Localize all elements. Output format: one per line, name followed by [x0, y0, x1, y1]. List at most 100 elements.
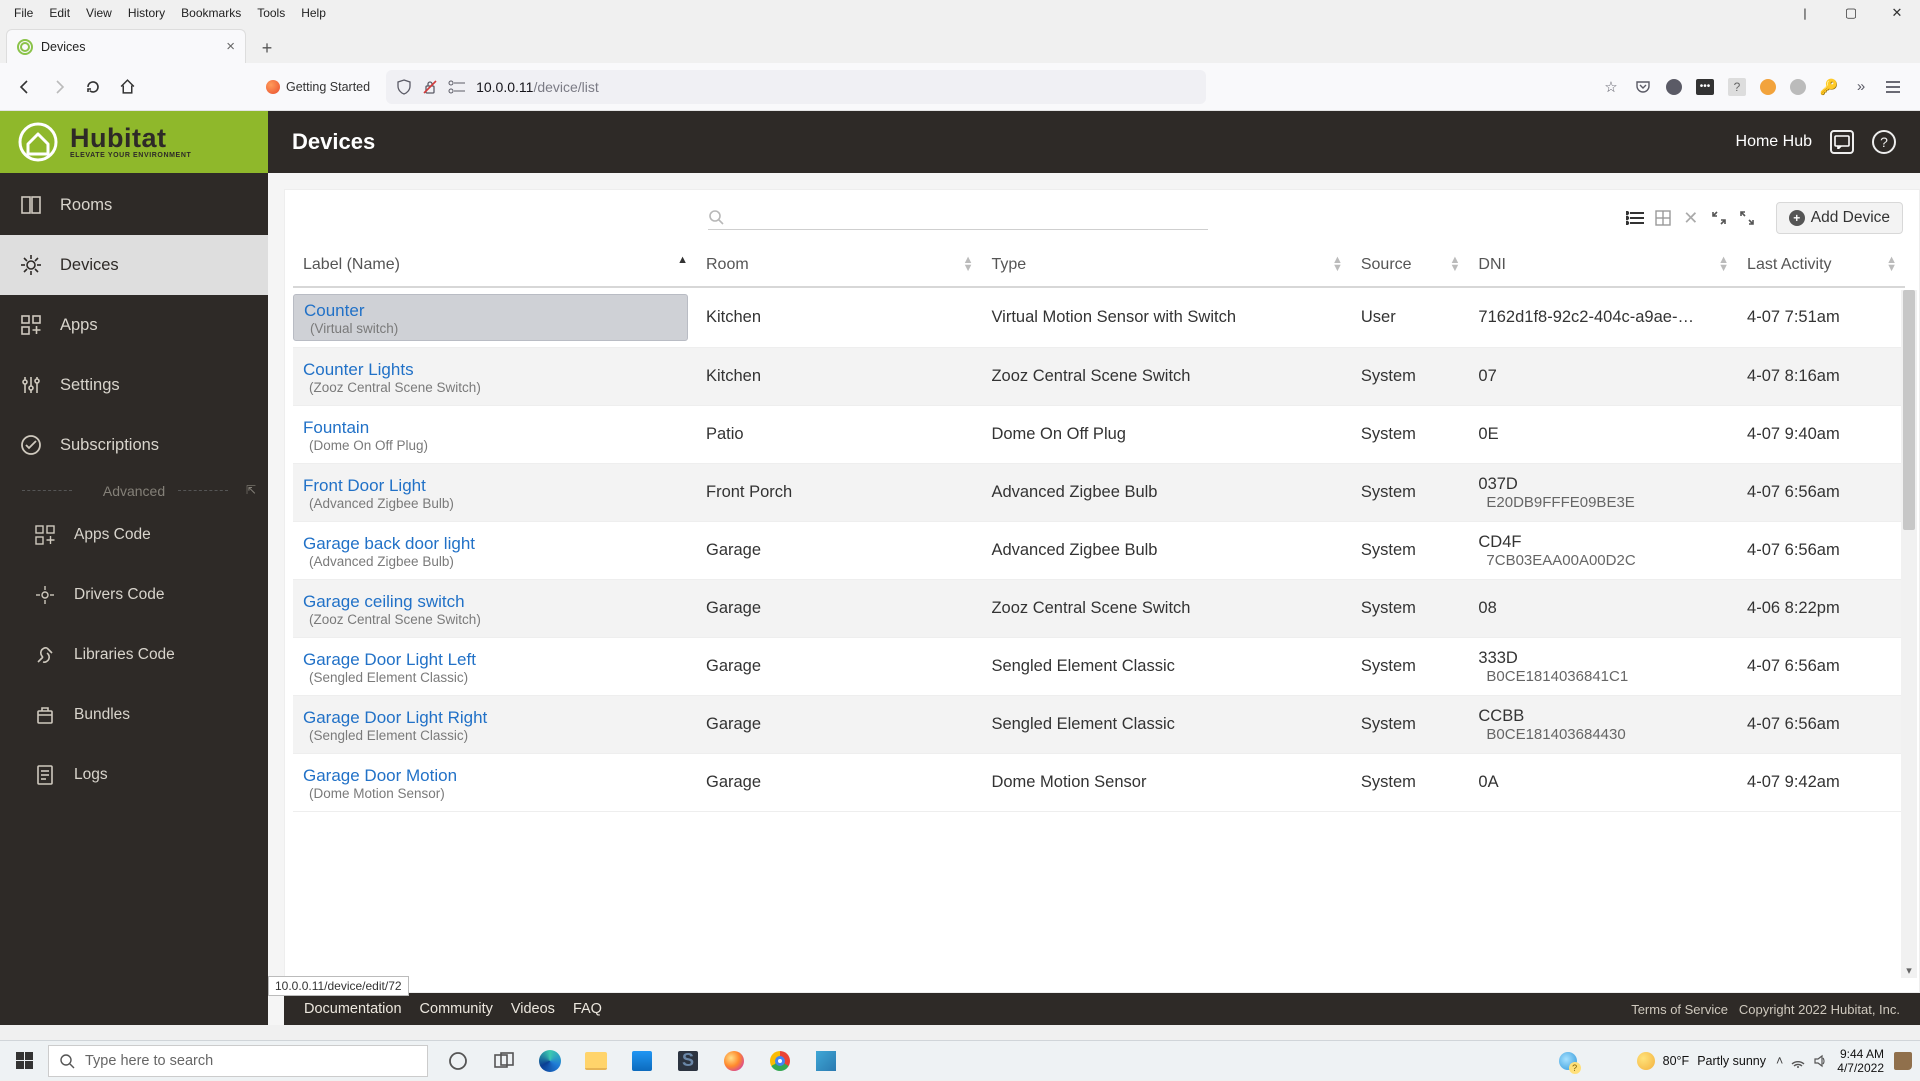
menu-tools[interactable]: Tools [249, 3, 293, 23]
search-input[interactable] [708, 207, 1208, 230]
url-bar[interactable]: 10.0.0.11/device/list [386, 70, 1206, 104]
sidebar-item-logs[interactable]: Logs [0, 745, 268, 805]
nav-forward-button[interactable] [44, 72, 74, 102]
ms-store-icon[interactable] [620, 1041, 664, 1081]
col-dni[interactable]: DNI▲▼ [1468, 244, 1737, 287]
expand-view-icon[interactable] [1736, 207, 1758, 229]
extension-icon-question[interactable]: ? [1728, 78, 1746, 96]
taskbar-search[interactable]: Type here to search [48, 1045, 428, 1077]
col-label[interactable]: Label (Name)▲ [293, 244, 696, 287]
start-button[interactable] [0, 1041, 48, 1081]
device-name-link[interactable]: Fountain [303, 418, 369, 437]
scrollbar-thumb[interactable] [1903, 290, 1915, 530]
table-row[interactable]: Garage Door Light Left(Sengled Element C… [293, 638, 1905, 696]
bookmark-star-icon[interactable]: ☆ [1602, 78, 1620, 96]
sidebar-item-apps-code[interactable]: Apps Code [0, 505, 268, 565]
browser-tab-devices[interactable]: Devices × [6, 29, 246, 63]
list-view-icon[interactable] [1624, 207, 1646, 229]
collapse-icon[interactable]: ⇱ [246, 483, 256, 497]
table-scroll[interactable]: Label (Name)▲ Room▲▼ Type▲▼ Source▲▼ DNI… [285, 244, 1919, 992]
extension-icon-gray[interactable] [1790, 79, 1806, 95]
tray-chevron-icon[interactable]: ˄ [1776, 1054, 1783, 1068]
window-maximize[interactable]: ▢ [1828, 0, 1874, 26]
menu-view[interactable]: View [78, 3, 120, 23]
window-minimize[interactable]: 〡 [1782, 0, 1828, 26]
system-tray[interactable]: ˄ [1776, 1054, 1827, 1068]
footer-link-faq[interactable]: FAQ [573, 1001, 602, 1017]
sidebar-item-devices[interactable]: Devices [0, 235, 268, 295]
tray-network-icon[interactable] [1791, 1054, 1805, 1068]
tray-volume-icon[interactable] [1813, 1054, 1827, 1068]
sidebar-item-rooms[interactable]: Rooms [0, 175, 268, 235]
file-explorer-icon[interactable] [574, 1041, 618, 1081]
table-row[interactable]: Fountain(Dome On Off Plug) Patio Dome On… [293, 406, 1905, 464]
window-close[interactable]: ✕ [1874, 0, 1920, 26]
menu-bookmarks[interactable]: Bookmarks [173, 3, 249, 23]
clear-icon[interactable]: ✕ [1680, 207, 1702, 229]
edge-icon[interactable] [528, 1041, 572, 1081]
scrollbar-track[interactable]: ▾ [1901, 290, 1917, 978]
table-row[interactable]: Counter Lights(Zooz Central Scene Switch… [293, 348, 1905, 406]
extension-icon-dots[interactable]: ••• [1696, 79, 1714, 95]
tab-close-icon[interactable]: × [226, 38, 235, 55]
table-row[interactable]: Counter(Virtual switch) Kitchen Virtual … [293, 287, 1905, 348]
bookmark-getting-started[interactable]: Getting Started [266, 80, 370, 94]
table-row[interactable]: Garage back door light(Advanced Zigbee B… [293, 522, 1905, 580]
col-room[interactable]: Room▲▼ [696, 244, 981, 287]
menu-edit[interactable]: Edit [41, 3, 78, 23]
device-name-link[interactable]: Garage back door light [303, 534, 475, 553]
footer-tos[interactable]: Terms of Service [1631, 1002, 1728, 1017]
sidebar-item-apps[interactable]: Apps [0, 295, 268, 355]
device-name-link[interactable]: Garage Door Motion [303, 766, 457, 785]
sidebar-item-bundles[interactable]: Bundles [0, 685, 268, 745]
device-name-link[interactable]: Garage Door Light Right [303, 708, 487, 727]
nav-reload-button[interactable] [78, 72, 108, 102]
extension-icon-key[interactable]: 🔑 [1820, 78, 1838, 96]
cortana-icon[interactable] [436, 1041, 480, 1081]
nav-home-button[interactable] [112, 72, 142, 102]
notifications-icon[interactable] [1894, 1052, 1912, 1070]
add-device-button[interactable]: + Add Device [1776, 202, 1903, 234]
table-row[interactable]: Garage ceiling switch(Zooz Central Scene… [293, 580, 1905, 638]
extension-icon-orange[interactable] [1760, 79, 1776, 95]
sidebar-item-libraries-code[interactable]: Libraries Code [0, 625, 268, 685]
device-name-link[interactable]: Garage Door Light Left [303, 650, 476, 669]
sidebar-advanced-divider[interactable]: Advanced ⇱ [0, 475, 268, 505]
sidebar-item-settings[interactable]: Settings [0, 355, 268, 415]
device-name-link[interactable]: Garage ceiling switch [303, 592, 465, 611]
device-name-link[interactable]: Front Door Light [303, 476, 426, 495]
photos-icon[interactable] [804, 1041, 848, 1081]
menu-history[interactable]: History [120, 3, 173, 23]
sidebar-item-drivers-code[interactable]: Drivers Code [0, 565, 268, 625]
new-tab-button[interactable]: + [252, 33, 282, 63]
task-view-icon[interactable] [482, 1041, 526, 1081]
hub-name[interactable]: Home Hub [1736, 133, 1812, 151]
menu-file[interactable]: File [6, 3, 41, 23]
grid-view-icon[interactable] [1652, 207, 1674, 229]
device-name-link[interactable]: Counter Lights [303, 360, 414, 379]
scroll-down-icon[interactable]: ▾ [1901, 962, 1917, 978]
brand-logo[interactable]: Hubitat ELEVATE YOUR ENVIRONMENT [0, 111, 268, 173]
messages-icon[interactable] [1830, 130, 1854, 154]
nav-back-button[interactable] [10, 72, 40, 102]
device-name-link[interactable]: Counter [304, 301, 364, 320]
chrome-icon[interactable] [758, 1041, 802, 1081]
network-help-icon[interactable] [1559, 1052, 1577, 1070]
menu-help[interactable]: Help [293, 3, 334, 23]
weather-widget[interactable]: 80°F Partly sunny [1637, 1052, 1766, 1070]
firefox-taskbar-icon[interactable] [712, 1041, 756, 1081]
overflow-icon[interactable]: » [1852, 78, 1870, 96]
col-type[interactable]: Type▲▼ [981, 244, 1350, 287]
pocket-icon[interactable] [1634, 78, 1652, 96]
col-source[interactable]: Source▲▼ [1351, 244, 1469, 287]
footer-link-community[interactable]: Community [420, 1001, 493, 1017]
app-dark-icon[interactable]: S [666, 1041, 710, 1081]
table-row[interactable]: Garage Door Motion(Dome Motion Sensor) G… [293, 754, 1905, 812]
clock-extension-icon[interactable] [1666, 79, 1682, 95]
taskbar-clock[interactable]: 9:44 AM 4/7/2022 [1837, 1047, 1884, 1075]
collapse-view-icon[interactable] [1708, 207, 1730, 229]
hamburger-menu-icon[interactable] [1884, 78, 1902, 96]
help-icon[interactable]: ? [1872, 130, 1896, 154]
footer-link-videos[interactable]: Videos [511, 1001, 555, 1017]
table-row[interactable]: Front Door Light(Advanced Zigbee Bulb) F… [293, 464, 1905, 522]
